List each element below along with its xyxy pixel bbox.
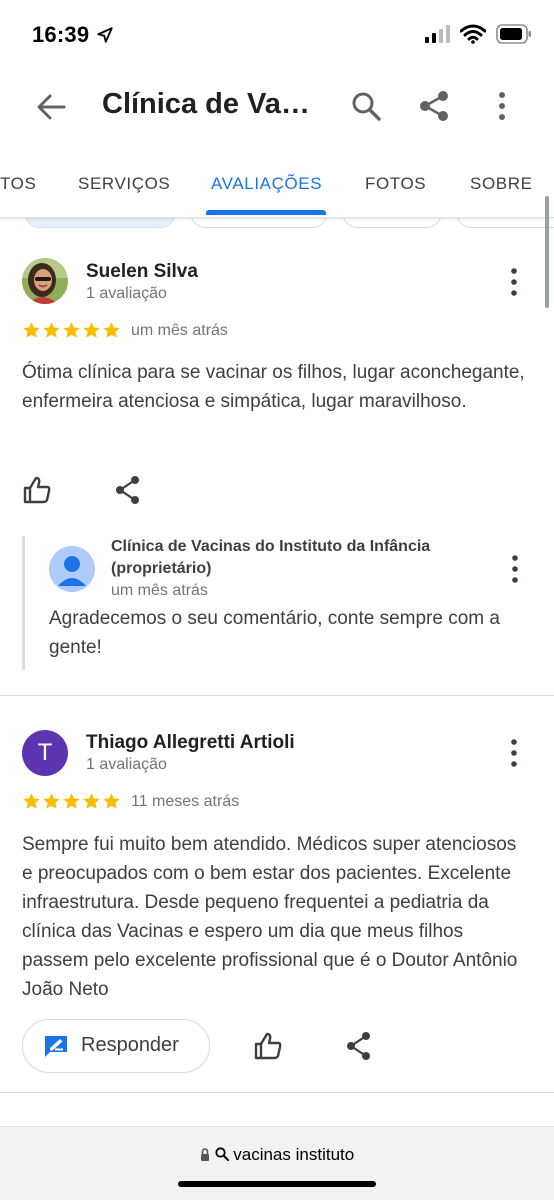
reviewer-name[interactable]: Suelen Silva	[86, 261, 198, 283]
person-icon	[58, 556, 86, 586]
location-arrow-icon	[97, 27, 113, 43]
reviewer-name[interactable]: Thiago Allegretti Artioli	[86, 732, 295, 754]
avatar-letter: T	[37, 739, 53, 766]
battery-icon	[496, 24, 531, 44]
star-icon	[83, 793, 100, 809]
star-icon	[23, 322, 40, 338]
share-icon[interactable]	[344, 1031, 374, 1061]
tab-bar: TOS SERVIÇOS AVALIAÇÕES FOTOS SOBRE	[0, 146, 554, 218]
star-icon	[23, 793, 40, 809]
review-text: Ótima clínica para se vacinar os filhos,…	[22, 362, 525, 412]
review-card: T Thiago Allegretti Artioli 1 avaliação …	[0, 696, 554, 1092]
reviewer-review-count: 1 avaliação	[86, 285, 167, 302]
star-rating	[22, 792, 121, 811]
app-bar: Clínica de Vaci...	[0, 70, 554, 144]
cellular-signal-icon	[425, 25, 450, 43]
page-title: Clínica de Vaci...	[102, 88, 320, 120]
share-icon[interactable]	[113, 475, 143, 505]
url-field[interactable]: vacinas instituto	[0, 1145, 554, 1165]
scrollbar[interactable]	[545, 196, 549, 308]
tab-servicos[interactable]: SERVIÇOS	[78, 174, 170, 194]
url-text: vacinas instituto	[233, 1145, 355, 1164]
thumbs-up-icon[interactable]	[22, 475, 52, 505]
owner-reply-text: Agradecemos o seu comentário, conte semp…	[49, 608, 500, 658]
tab-fotos[interactable]: FOTOS	[365, 174, 426, 194]
status-bar: 16:39	[0, 0, 554, 70]
owner-reply-date: um mês atrás	[111, 582, 208, 599]
wifi-icon	[460, 24, 486, 44]
reviewer-photo	[22, 258, 68, 304]
reply-options-icon[interactable]	[505, 554, 525, 584]
home-indicator[interactable]	[178, 1181, 376, 1187]
search-icon	[214, 1147, 229, 1161]
tab-fotos-partial[interactable]: TOS	[0, 174, 36, 194]
thumbs-up-icon[interactable]	[253, 1031, 283, 1061]
more-options-icon[interactable]	[490, 90, 514, 122]
avatar[interactable]: T	[22, 730, 68, 776]
owner-reply: Clínica de Vacinas do Instituto da Infân…	[22, 536, 542, 670]
review-date: 11 meses atrás	[131, 793, 240, 810]
owner-avatar[interactable]	[49, 546, 95, 592]
star-icon	[43, 322, 60, 338]
star-icon	[103, 322, 120, 338]
star-icon	[43, 793, 60, 809]
reply-button[interactable]: Responder	[22, 1019, 210, 1073]
lock-icon	[200, 1148, 209, 1161]
review-options-icon[interactable]	[504, 738, 524, 768]
review-card: Suelen Silva 1 avaliação um mês atrás Ót…	[0, 230, 554, 696]
tab-avaliacoes[interactable]: AVALIAÇÕES	[211, 174, 322, 194]
share-icon[interactable]	[418, 90, 450, 122]
back-arrow-icon[interactable]	[34, 92, 68, 122]
star-icon	[103, 793, 120, 809]
star-icon	[83, 322, 100, 338]
search-icon[interactable]	[350, 90, 382, 122]
owner-name: Clínica de Vacinas do Instituto da Infân…	[111, 538, 431, 577]
reply-button-label: Responder	[81, 1034, 179, 1056]
browser-url-bar[interactable]: vacinas instituto	[0, 1126, 554, 1200]
divider	[0, 1092, 554, 1093]
star-icon	[63, 793, 80, 809]
review-date: um mês atrás	[131, 322, 228, 339]
star-rating	[22, 321, 121, 340]
tab-sobre[interactable]: SOBRE	[470, 174, 533, 194]
star-icon	[63, 322, 80, 338]
status-time: 16:39	[32, 22, 90, 47]
status-icons	[424, 24, 532, 44]
avatar[interactable]	[22, 258, 68, 304]
reply-edit-icon	[45, 1036, 67, 1057]
review-text: Sempre fui muito bem atendido. Médicos s…	[22, 834, 518, 1000]
active-tab-indicator	[206, 210, 326, 215]
reviewer-review-count: 1 avaliação	[86, 756, 167, 773]
review-options-icon[interactable]	[504, 267, 524, 297]
